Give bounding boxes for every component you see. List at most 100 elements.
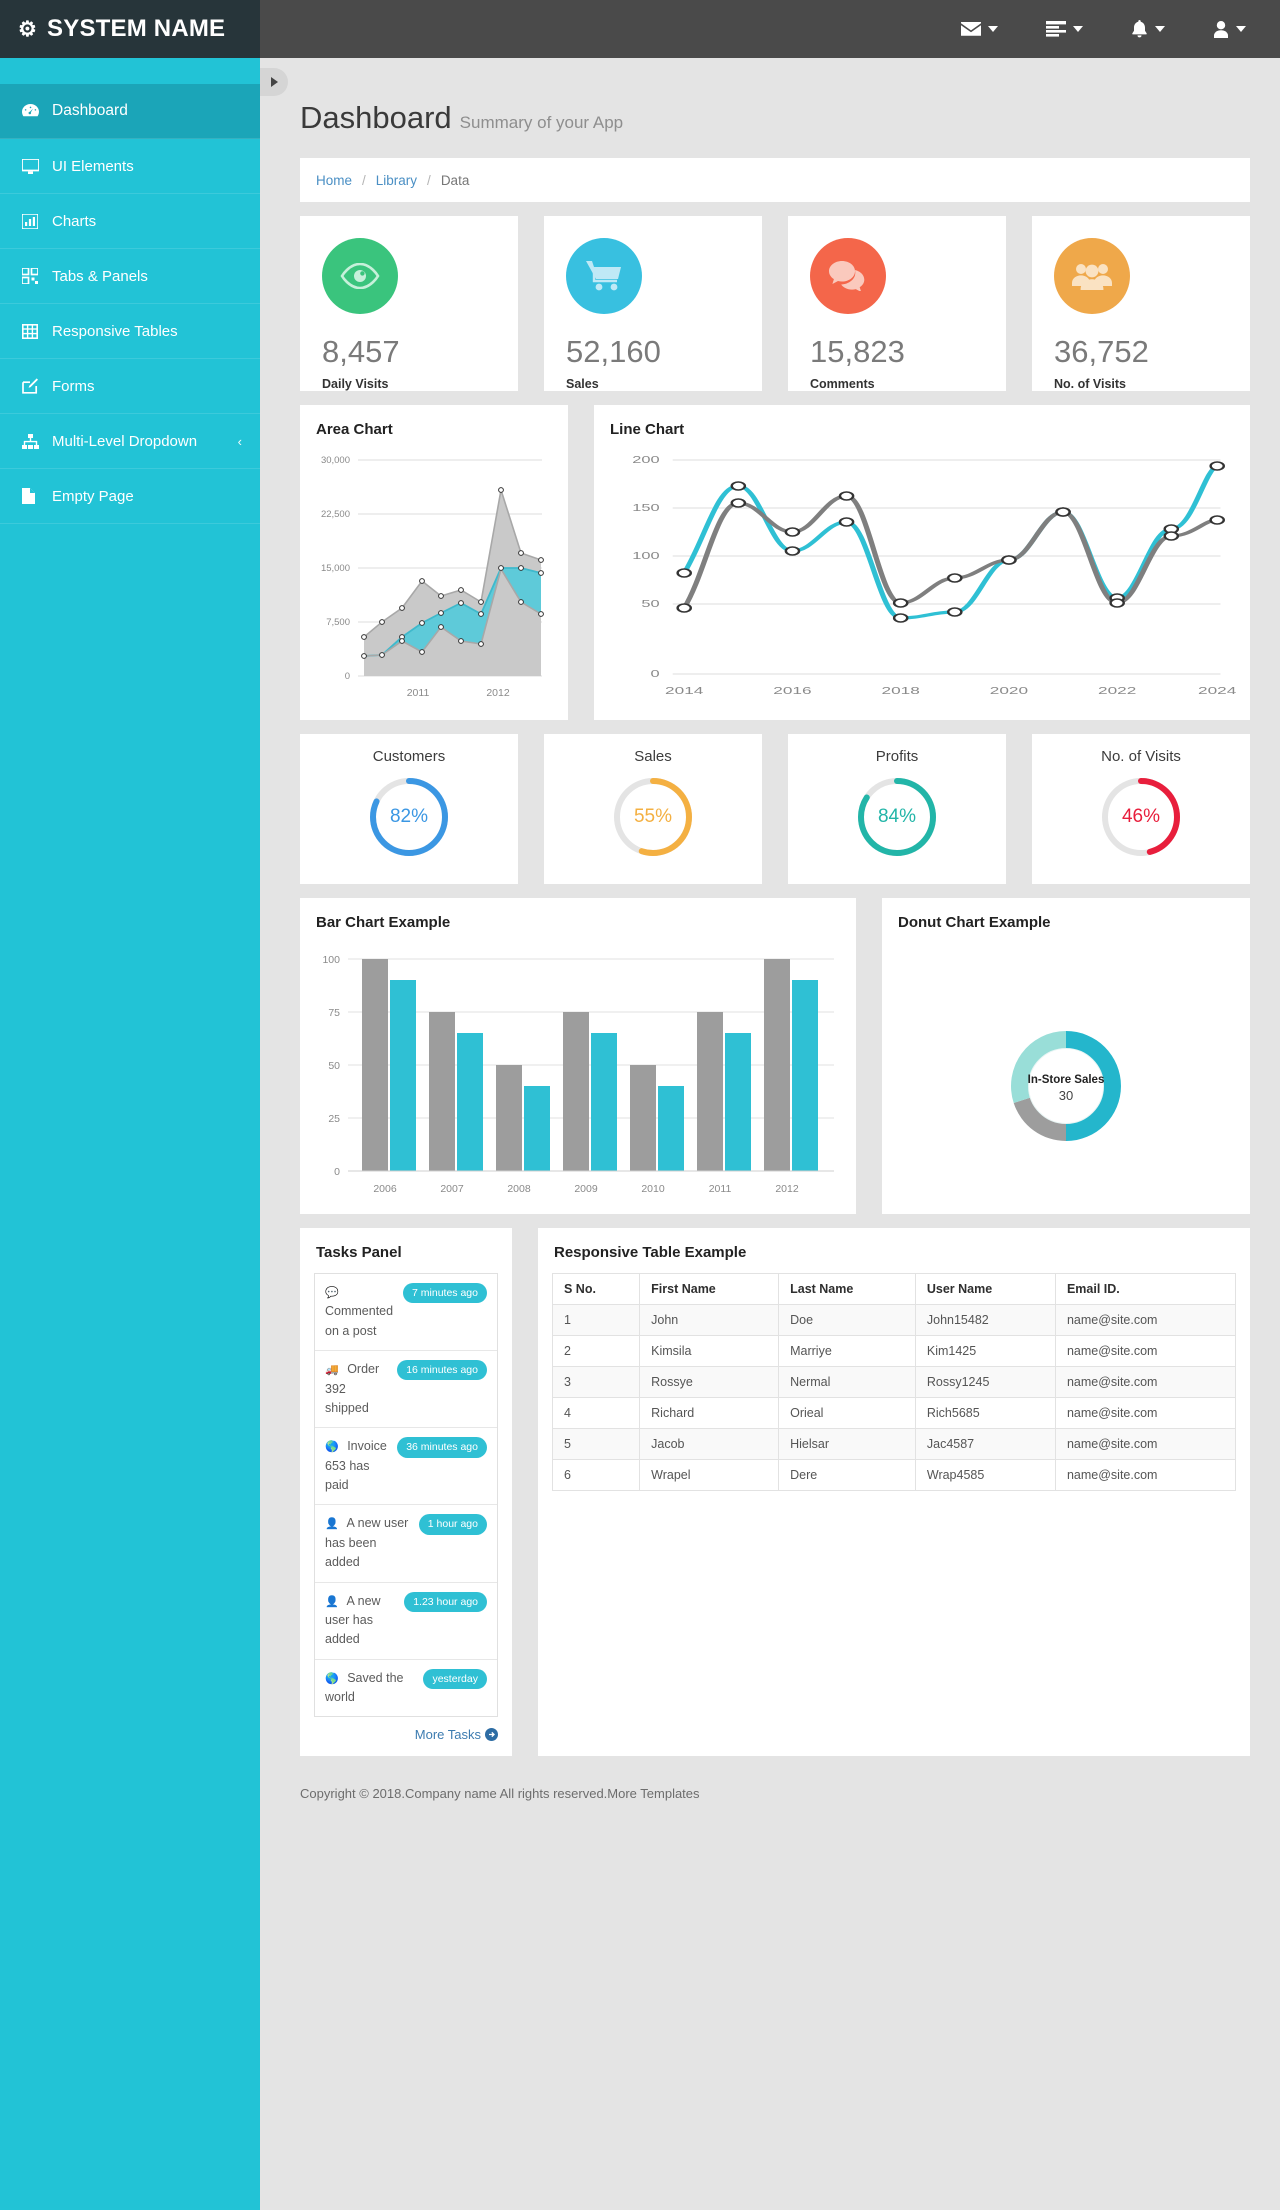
list-item[interactable]: 1 hour ago 👤 A new user has been added xyxy=(315,1505,497,1583)
breadcrumb: Home / Library / Data xyxy=(300,158,1250,202)
stat-card-no-of-visits[interactable]: 36,752 No. of Visits xyxy=(1032,216,1250,391)
globe-icon: 🌎 xyxy=(325,1672,339,1685)
table-cell: Doe xyxy=(778,1304,916,1336)
table-row[interactable]: 5 Jacob Hielsar Jac4587 name@site.com xyxy=(551,1428,1237,1460)
more-tasks-link[interactable]: More Tasks xyxy=(415,1727,498,1742)
stat-cards-row: 8,457 Daily Visits 52,160 Sales 15,823 C… xyxy=(300,216,1250,391)
svg-text:2011: 2011 xyxy=(407,687,430,699)
table-cell: Wrap4585 xyxy=(914,1459,1056,1491)
dashboard-icon xyxy=(22,104,52,118)
page-title: Dashboard xyxy=(300,100,452,135)
sidebar-item-charts[interactable]: Charts xyxy=(0,194,260,249)
percent-card-title: Sales xyxy=(634,748,672,765)
sidebar-item-multi-level-dropdown[interactable]: Multi-Level Dropdown ‹ xyxy=(0,414,260,469)
breadcrumb-home[interactable]: Home xyxy=(316,173,352,188)
table-column-header: First Name xyxy=(639,1273,780,1305)
table-cell: Richard xyxy=(639,1397,780,1429)
task-text: Commented on a post xyxy=(325,1304,394,1338)
percent-donut-customers: 82% xyxy=(367,775,451,859)
percent-card-profits[interactable]: Profits 84% xyxy=(788,734,1006,884)
donut-chart-panel: Donut Chart Example In-Store Sales 30 xyxy=(882,898,1250,1214)
stat-label: No. of Visits xyxy=(1054,377,1127,391)
list-item[interactable]: 36 minutes ago 🌎 Invoice 653 has paid xyxy=(315,1428,497,1506)
footer: Copyright © 2018.Company name All rights… xyxy=(300,1786,1250,1821)
table-cell: 1 xyxy=(551,1304,641,1336)
percent-card-sales[interactable]: Sales 55% xyxy=(544,734,762,884)
stat-card-sales[interactable]: 52,160 Sales xyxy=(544,216,762,391)
responsive-table-title: Responsive Table Example xyxy=(554,1244,747,1261)
list-item[interactable]: 7 minutes ago 💬 Commented on a post xyxy=(315,1274,497,1352)
percent-donut-sales: 55% xyxy=(611,775,695,859)
line-series-cyan xyxy=(681,464,1220,620)
task-time-badge: 1.23 hour ago xyxy=(404,1591,487,1612)
area-chart-xtick-labels: 2011 2012 xyxy=(407,687,510,699)
bar-chart-icon xyxy=(22,213,52,229)
stat-value: 52,160 xyxy=(566,334,661,369)
table-cell: Orieal xyxy=(778,1397,916,1429)
responsive-table-panel: Responsive Table Example S No. First Nam… xyxy=(538,1228,1250,1757)
table-cell: Nermal xyxy=(778,1366,916,1398)
topnav-messages[interactable] xyxy=(937,0,1022,58)
sidebar-item-responsive-tables[interactable]: Responsive Tables xyxy=(0,304,260,359)
svg-text:2009: 2009 xyxy=(574,1183,598,1195)
table-cell: Jacob xyxy=(639,1428,780,1460)
svg-text:2008: 2008 xyxy=(507,1183,531,1195)
user-icon: 👤 xyxy=(325,1595,339,1608)
truck-icon: 🚚 xyxy=(325,1364,339,1377)
svg-text:0: 0 xyxy=(334,1166,340,1178)
topnav-account[interactable] xyxy=(1189,0,1270,58)
bar-chart-xtick-labels: 2006 2007 2008 2009 2010 2011 2012 xyxy=(373,1183,799,1195)
table-cell: name@site.com xyxy=(1054,1335,1237,1367)
stat-card-daily-visits[interactable]: 8,457 Daily Visits xyxy=(300,216,518,391)
table-cell: 2 xyxy=(551,1335,641,1367)
sidebar-label: Tabs & Panels xyxy=(52,267,148,285)
bar-chart-panel: Bar Chart Example 100 75 50 25 0 2006 20… xyxy=(300,898,856,1214)
svg-text:2024: 2024 xyxy=(1198,685,1236,697)
list-item[interactable]: yesterday 🌎 Saved the world xyxy=(315,1660,497,1717)
sidebar-item-forms[interactable]: Forms xyxy=(0,359,260,414)
list-item[interactable]: 1.23 hour ago 👤 A new user has added xyxy=(315,1583,497,1660)
arrow-right-circle-icon xyxy=(485,1728,498,1744)
stat-card-comments[interactable]: 15,823 Comments xyxy=(788,216,1006,391)
pencil-square-icon xyxy=(22,378,52,394)
list-item[interactable]: 16 minutes ago 🚚 Order 392 shipped xyxy=(315,1351,497,1429)
line-chart-panel: Line Chart 200 150 100 50 0 2014 2016 20… xyxy=(594,405,1250,720)
sidebar-item-dashboard[interactable]: Dashboard xyxy=(0,84,260,139)
page-header: Dashboard Summary of your App xyxy=(260,58,1280,146)
area-chart-title: Area Chart xyxy=(316,421,393,438)
table-row[interactable]: 6 Wrapel Dere Wrap4585 name@site.com xyxy=(551,1459,1237,1491)
top-navigation-bar: ⚙ SYSTEM NAME xyxy=(0,0,1280,58)
percent-card-no-of-visits[interactable]: No. of Visits 46% xyxy=(1032,734,1250,884)
area-chart-panel: Area Chart 30,000 22,500 15,000 7,500 0 xyxy=(300,405,568,720)
comments-icon xyxy=(810,238,886,314)
chevron-left-icon: ‹ xyxy=(237,433,242,449)
donut-center-label: In-Store Sales xyxy=(1028,1074,1105,1086)
sidebar-toggle-button[interactable] xyxy=(260,68,288,96)
table-icon xyxy=(22,323,52,339)
svg-text:7,500: 7,500 xyxy=(326,617,350,628)
brand-logo[interactable]: ⚙ SYSTEM NAME xyxy=(0,0,260,58)
table-row[interactable]: 1 John Doe John15482 name@site.com xyxy=(551,1304,1237,1336)
table-cell: 6 xyxy=(551,1459,641,1491)
table-row[interactable]: 3 Rossye Nermal Rossy1245 name@site.com xyxy=(551,1366,1237,1398)
svg-text:2010: 2010 xyxy=(641,1183,665,1195)
svg-text:2012: 2012 xyxy=(775,1183,799,1195)
topnav-notifications[interactable] xyxy=(1107,0,1189,58)
bar-chart: 100 75 50 25 0 2006 2007 2008 2009 2010 2011… xyxy=(322,954,834,1195)
sidebar-item-empty-page[interactable]: Empty Page xyxy=(0,469,260,524)
svg-text:2012: 2012 xyxy=(486,687,510,699)
line-chart: 200 150 100 50 0 2014 2016 2018 2020 202… xyxy=(632,454,1236,697)
svg-text:2006: 2006 xyxy=(373,1183,397,1195)
topnav-items xyxy=(937,0,1270,58)
line-chart-xtick-labels: 2014 2016 2018 2020 2022 2024 xyxy=(665,685,1236,697)
table-row[interactable]: 2 Kimsila Marriye Kim1425 name@site.com xyxy=(551,1335,1237,1367)
percent-card-customers[interactable]: Customers 82% xyxy=(300,734,518,884)
table-cell: Kimsila xyxy=(639,1335,780,1367)
sidebar-item-ui-elements[interactable]: UI Elements xyxy=(0,139,260,194)
breadcrumb-library[interactable]: Library xyxy=(376,173,417,188)
sidebar-item-tabs-panels[interactable]: Tabs & Panels xyxy=(0,249,260,304)
topnav-tasks[interactable] xyxy=(1022,0,1107,58)
table-row[interactable]: 4 Richard Orieal Rich5685 name@site.com xyxy=(551,1397,1237,1429)
sitemap-icon xyxy=(22,433,52,449)
percent-value: 55% xyxy=(633,806,673,827)
